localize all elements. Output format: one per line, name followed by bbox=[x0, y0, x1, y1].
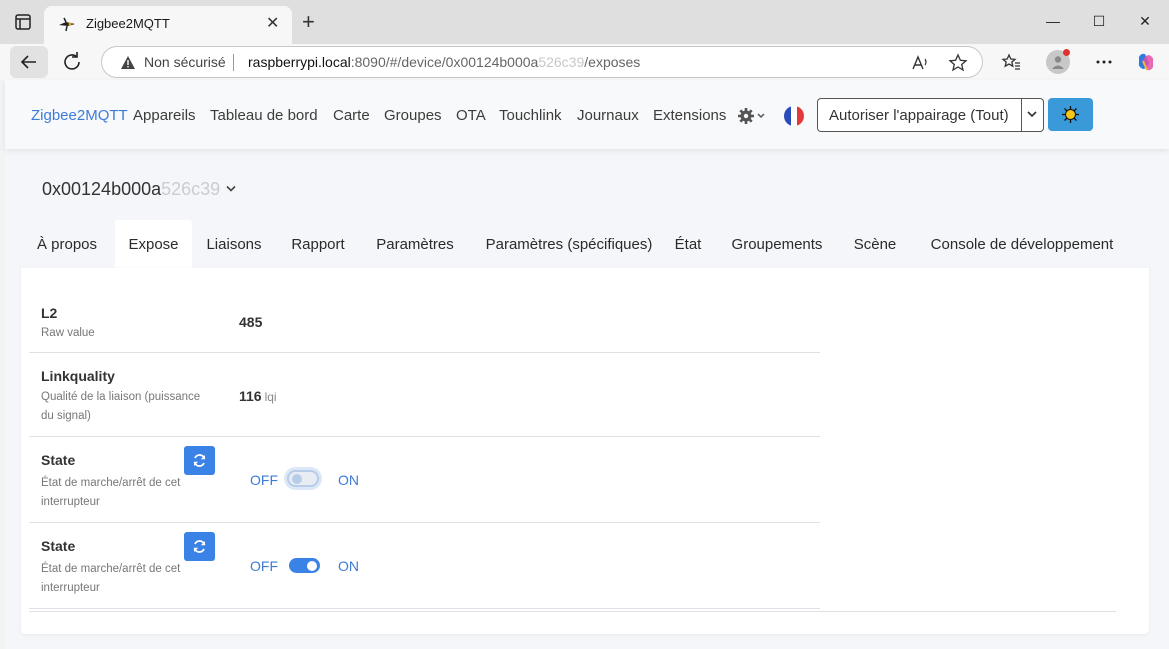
brand-link[interactable]: Zigbee2MQTT bbox=[31, 107, 128, 124]
permit-divider bbox=[1021, 99, 1022, 131]
expose-row-state: State État de marche/arrêt de cet interr… bbox=[29, 437, 820, 523]
chevron-down-icon[interactable] bbox=[1026, 107, 1038, 121]
expose-description: Qualité de la liaison (puissance du sign… bbox=[41, 391, 201, 422]
arrow-left-icon bbox=[20, 55, 36, 69]
expose-value: 485 bbox=[239, 314, 263, 330]
permit-join-label: Autoriser l'appairage (Tout) bbox=[829, 107, 1009, 124]
device-title[interactable]: 0x00124b000a526c39 bbox=[42, 179, 220, 200]
nav-touchlink[interactable]: Touchlink bbox=[499, 107, 562, 124]
tab-reporting[interactable]: Rapport bbox=[282, 220, 354, 268]
nav-devices[interactable]: Appareils bbox=[133, 107, 196, 124]
tab-state[interactable]: État bbox=[666, 220, 710, 268]
window-maximize-button[interactable]: ☐ bbox=[1087, 10, 1111, 32]
chevron-down-icon[interactable] bbox=[226, 185, 236, 193]
url-host: raspberrypi.local bbox=[248, 54, 351, 70]
profile-avatar[interactable] bbox=[1046, 49, 1070, 74]
tab-about[interactable]: À propos bbox=[21, 220, 113, 268]
url-text[interactable]: raspberrypi.local:8090/#/device/0x00124b… bbox=[248, 54, 640, 70]
new-tab-button[interactable]: + bbox=[302, 11, 315, 33]
expose-row-linkquality: Linkquality Qualité de la liaison (puiss… bbox=[29, 353, 820, 437]
tab-clusters[interactable]: Groupements bbox=[722, 220, 832, 268]
tab-dev-console[interactable]: Console de développement bbox=[916, 220, 1128, 268]
switch-on-label[interactable]: ON bbox=[338, 558, 359, 574]
nav-extensions[interactable]: Extensions bbox=[653, 107, 726, 124]
url-tail: /exposes bbox=[584, 54, 641, 70]
expose-title: State bbox=[41, 452, 76, 468]
browser-titlebar: Zigbee2MQTT ✕ + — ☐ ✕ bbox=[0, 0, 1169, 44]
switch-on-label[interactable]: ON bbox=[338, 472, 359, 488]
switch-off-label[interactable]: OFF bbox=[250, 472, 278, 488]
state-toggle-switch[interactable] bbox=[287, 470, 319, 487]
tab-close-icon[interactable]: ✕ bbox=[266, 15, 279, 33]
tab-bindings[interactable]: Liaisons bbox=[198, 220, 270, 268]
browser-toolbar: Non sécurisé raspberrypi.local:8090/#/de… bbox=[0, 44, 1169, 80]
language-flag-fr-icon[interactable] bbox=[784, 106, 804, 126]
device-id: 0x00124b000a bbox=[42, 179, 162, 199]
window-minimize-button[interactable]: — bbox=[1041, 10, 1065, 32]
sun-icon bbox=[1062, 106, 1079, 123]
theme-toggle-button[interactable] bbox=[1048, 98, 1093, 131]
copilot-icon[interactable] bbox=[1135, 51, 1157, 73]
exposes-card: L2 Raw value 485 Linkquality Qualité de … bbox=[21, 268, 1149, 634]
browser-tab[interactable]: Zigbee2MQTT ✕ bbox=[44, 6, 292, 44]
expose-value: 116 lqi bbox=[239, 388, 277, 404]
switch-knob bbox=[292, 473, 302, 484]
expose-title: L2 bbox=[41, 305, 58, 321]
settings-gear-icon[interactable] bbox=[738, 107, 766, 125]
nav-groups[interactable]: Groupes bbox=[384, 107, 442, 124]
tab-exposes[interactable]: Expose bbox=[115, 220, 192, 268]
expose-description: État de marche/arrêt de cet interrupteur bbox=[41, 563, 181, 594]
tab-settings[interactable]: Paramètres bbox=[367, 220, 463, 268]
linkquality-value: 116 bbox=[239, 388, 262, 404]
insecure-label[interactable]: Non sécurisé bbox=[144, 54, 226, 70]
reload-icon[interactable] bbox=[60, 50, 84, 74]
expose-description: État de marche/arrêt de cet interrupteur bbox=[41, 477, 181, 508]
user-icon bbox=[1052, 56, 1064, 69]
tab-specific-settings[interactable]: Paramètres (spécifiques) bbox=[473, 220, 665, 268]
device-id-blurred: 526c39 bbox=[161, 179, 221, 199]
read-aloud-icon[interactable] bbox=[910, 53, 930, 73]
expose-title: Linkquality bbox=[41, 368, 115, 384]
favorites-icon[interactable] bbox=[1001, 52, 1021, 72]
refresh-icon bbox=[193, 454, 206, 467]
switch-knob bbox=[307, 560, 317, 571]
expose-title: State bbox=[41, 538, 76, 554]
card-divider bbox=[29, 611, 1116, 612]
app-navbar: Zigbee2MQTT Appareils Tableau de bord Ca… bbox=[5, 80, 1169, 149]
star-icon[interactable] bbox=[948, 53, 968, 73]
more-options-icon[interactable] bbox=[1094, 52, 1114, 72]
expose-row-l2: L2 Raw value 485 bbox=[29, 286, 820, 353]
nav-map[interactable]: Carte bbox=[333, 107, 370, 124]
address-bar[interactable]: Non sécurisé raspberrypi.local:8090/#/de… bbox=[101, 46, 983, 78]
nav-logs[interactable]: Journaux bbox=[577, 107, 639, 124]
app-container: Zigbee2MQTT Appareils Tableau de bord Ca… bbox=[5, 80, 1169, 649]
expose-row-state: State État de marche/arrêt de cet interr… bbox=[29, 523, 820, 609]
window-close-button[interactable]: ✕ bbox=[1133, 10, 1157, 32]
refresh-button[interactable] bbox=[184, 532, 215, 561]
url-path: :8090/#/device/0x00124b000a bbox=[350, 54, 539, 70]
refresh-button[interactable] bbox=[184, 446, 215, 475]
back-button[interactable] bbox=[10, 46, 48, 78]
device-tabs: À propos Expose Liaisons Rapport Paramèt… bbox=[21, 220, 1149, 268]
notification-dot bbox=[1063, 49, 1070, 56]
switch-off-label[interactable]: OFF bbox=[250, 558, 278, 574]
zigbee-bee-icon bbox=[59, 17, 75, 32]
tab-title: Zigbee2MQTT bbox=[86, 16, 170, 31]
url-blurred-segment: 526c39 bbox=[538, 54, 585, 70]
tab-scene[interactable]: Scène bbox=[844, 220, 906, 268]
permit-join-button[interactable]: Autoriser l'appairage (Tout) bbox=[817, 98, 1044, 132]
omnibox-divider bbox=[233, 54, 234, 71]
state-toggle-switch[interactable] bbox=[289, 558, 320, 573]
expose-description: Raw value bbox=[41, 327, 95, 339]
warning-icon bbox=[121, 56, 135, 69]
linkquality-unit: lqi bbox=[264, 390, 277, 404]
nav-dashboard[interactable]: Tableau de bord bbox=[210, 107, 318, 124]
tab-actions-icon[interactable] bbox=[14, 13, 32, 31]
nav-ota[interactable]: OTA bbox=[456, 107, 486, 124]
refresh-icon bbox=[193, 540, 206, 553]
